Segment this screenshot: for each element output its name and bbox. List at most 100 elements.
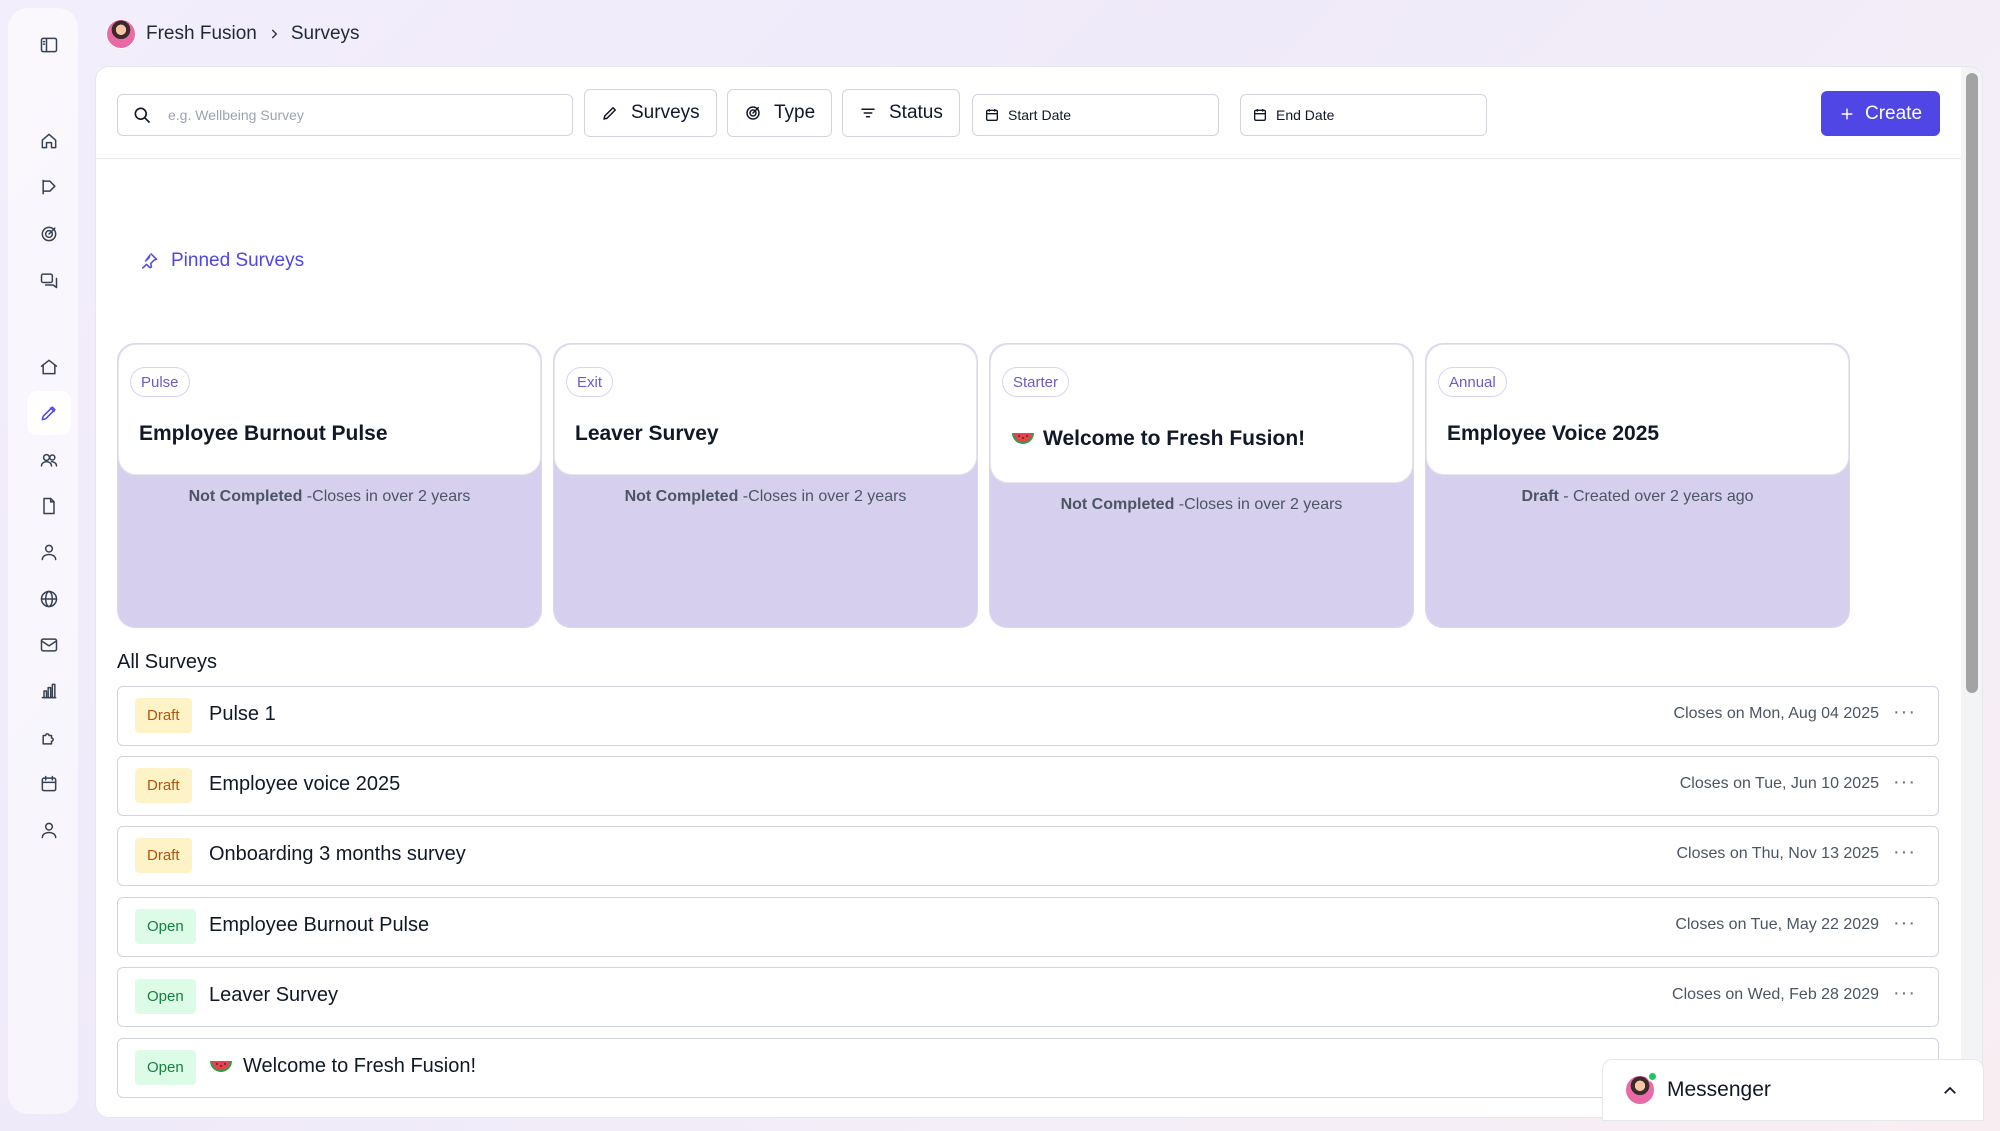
scrollbar[interactable] xyxy=(1961,67,1982,1117)
status-badge: Open xyxy=(135,909,196,944)
status-text: Not Completed xyxy=(624,488,739,505)
house-icon[interactable] xyxy=(27,345,71,389)
messenger-widget[interactable]: Messenger xyxy=(1602,1059,1984,1121)
close-date: Closes on Wed, Feb 28 2029 xyxy=(1672,986,1879,1003)
survey-type-pill: Exit xyxy=(566,367,614,397)
create-label: Create xyxy=(1864,102,1923,124)
calendar-icon xyxy=(1254,109,1266,121)
pinned-card[interactable]: Pulse Employee Burnout Pulse Not Complet… xyxy=(117,343,542,628)
pinned-card-status: Not Completed -Closes in over 2 years xyxy=(118,488,541,506)
status-filter-button[interactable]: Status xyxy=(842,89,960,137)
pencil-icon xyxy=(603,107,616,120)
search-box[interactable] xyxy=(117,94,573,136)
megaphone-icon[interactable] xyxy=(27,165,71,209)
more-options-icon[interactable]: ··· xyxy=(1893,841,1916,864)
close-date: Closes on Mon, Aug 04 2025 xyxy=(1673,705,1879,722)
status-filter-label: Status xyxy=(889,102,943,123)
survey-type-pill: Pulse xyxy=(130,367,190,397)
chevron-right-icon xyxy=(267,27,281,41)
watermelon-icon xyxy=(1012,433,1034,444)
survey-type-pill: Annual xyxy=(1438,367,1507,397)
status-badge: Open xyxy=(135,1050,196,1085)
messenger-avatar xyxy=(1625,1071,1658,1105)
status-badge: Draft xyxy=(135,698,192,733)
status-text: Draft xyxy=(1521,488,1559,505)
survey-row[interactable]: Open Leaver Survey Closes on Wed, Feb 28… xyxy=(117,967,1939,1027)
survey-title-text: Welcome to Fresh Fusion! xyxy=(243,1055,477,1077)
more-options-icon[interactable]: ··· xyxy=(1893,701,1916,724)
org-avatar xyxy=(106,19,136,49)
more-options-icon[interactable]: ··· xyxy=(1893,912,1916,935)
calendar-icon[interactable] xyxy=(27,762,71,806)
document-icon[interactable] xyxy=(27,484,71,528)
chevron-up-icon[interactable] xyxy=(1941,1082,1959,1106)
pinned-card-title-text: Welcome to Fresh Fusion! xyxy=(1043,427,1306,450)
all-surveys-heading: All Surveys xyxy=(117,651,218,673)
start-date-label: Start Date xyxy=(1008,107,1072,123)
pinned-card-header: Exit Leaver Survey xyxy=(554,344,977,475)
survey-type-pill: Starter xyxy=(1002,367,1070,397)
survey-row[interactable]: Draft Employee voice 2025 Closes on Tue,… xyxy=(117,756,1939,816)
create-button[interactable]: Create xyxy=(1821,91,1940,136)
account-icon[interactable] xyxy=(27,808,71,852)
survey-title: Onboarding 3 months survey xyxy=(209,843,466,865)
chat-icon[interactable] xyxy=(27,258,71,302)
toolbar: Surveys Type Status Start Date End Date … xyxy=(96,67,1962,159)
survey-title: Leaver Survey xyxy=(209,984,338,1006)
surveys-filter-button[interactable]: Surveys xyxy=(584,89,717,137)
puzzle-icon[interactable] xyxy=(27,716,71,760)
people-icon[interactable] xyxy=(27,438,71,482)
breadcrumb-org[interactable]: Fresh Fusion xyxy=(146,23,257,45)
breadcrumb: Fresh Fusion Surveys xyxy=(106,18,360,50)
type-filter-label: Type xyxy=(774,102,816,123)
status-badge: Draft xyxy=(135,768,192,803)
survey-row[interactable]: Open Employee Burnout Pulse Closes on Tu… xyxy=(117,897,1939,957)
start-date-picker[interactable]: Start Date xyxy=(972,94,1219,136)
plus-icon xyxy=(1841,108,1853,119)
survey-row[interactable]: Draft Pulse 1 Closes on Mon, Aug 04 2025… xyxy=(117,686,1939,746)
watermelon-icon xyxy=(210,1060,232,1072)
messenger-label: Messenger xyxy=(1667,1078,1771,1101)
type-filter-button[interactable]: Type xyxy=(727,89,833,137)
more-options-icon[interactable]: ··· xyxy=(1893,771,1916,794)
search-input[interactable] xyxy=(168,107,548,123)
person-icon[interactable] xyxy=(27,530,71,574)
home-icon[interactable] xyxy=(27,119,71,163)
pinned-card-title: Welcome to Fresh Fusion! xyxy=(1011,427,1305,451)
close-date: Closes on Tue, May 22 2029 xyxy=(1675,916,1879,933)
end-date-label: End Date xyxy=(1276,107,1335,123)
pinned-card[interactable]: Exit Leaver Survey Not Completed -Closes… xyxy=(553,343,978,628)
pinned-card[interactable]: Annual Employee Voice 2025 Draft - Creat… xyxy=(1425,343,1850,628)
survey-row[interactable]: Draft Onboarding 3 months survey Closes … xyxy=(117,826,1939,886)
surveys-filter-label: Surveys xyxy=(631,102,700,123)
pinned-card[interactable]: Starter Welcome to Fresh Fusion! Not Com… xyxy=(989,343,1414,628)
close-date: Closes on Thu, Nov 13 2025 xyxy=(1676,845,1880,862)
scrollbar-thumb[interactable] xyxy=(1966,73,1978,693)
pinned-card-status: Draft - Created over 2 years ago xyxy=(1426,488,1849,506)
end-date-picker[interactable]: End Date xyxy=(1240,94,1487,136)
pinned-card-title: Employee Burnout Pulse xyxy=(139,422,388,445)
calendar-icon xyxy=(986,109,998,121)
status-text: Not Completed xyxy=(1060,496,1175,513)
pinned-card-header: Annual Employee Voice 2025 xyxy=(1426,344,1849,475)
pinned-surveys-heading: Pinned Surveys xyxy=(139,250,304,272)
survey-title: Employee voice 2025 xyxy=(209,773,401,795)
survey-title: Employee Burnout Pulse xyxy=(209,914,430,936)
surveys-pencil-icon[interactable] xyxy=(27,391,71,435)
mail-icon[interactable] xyxy=(27,623,71,667)
status-detail: -Closes in over 2 years xyxy=(738,488,907,505)
status-badge: Draft xyxy=(135,838,192,873)
pinned-card-title: Employee Voice 2025 xyxy=(1447,422,1660,445)
pinned-card-header: Starter Welcome to Fresh Fusion! xyxy=(990,344,1413,483)
close-date: Closes on Tue, Jun 10 2025 xyxy=(1679,775,1879,792)
globe-icon[interactable] xyxy=(27,577,71,621)
status-detail: -Closes in over 2 years xyxy=(302,488,471,505)
main-panel: Surveys Type Status Start Date End Date … xyxy=(95,66,1983,1118)
survey-title: Pulse 1 xyxy=(209,703,276,725)
target-icon[interactable] xyxy=(27,212,71,256)
more-options-icon[interactable]: ··· xyxy=(1893,982,1916,1005)
sidebar-toggle-icon[interactable] xyxy=(27,23,71,67)
bar-chart-icon[interactable] xyxy=(27,669,71,713)
online-status-dot xyxy=(1647,1071,1658,1082)
breadcrumb-page: Surveys xyxy=(290,23,360,44)
